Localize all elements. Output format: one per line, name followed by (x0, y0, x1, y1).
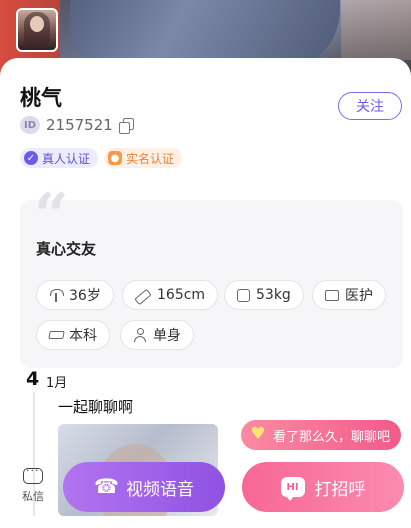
tag-label: 单身 (153, 328, 181, 344)
tag-marital: 单身 (120, 320, 194, 350)
bubble-text: 看了那么久，聊聊吧 (273, 429, 391, 445)
profile-name: 桃气 (20, 86, 62, 110)
real-person-badge: ✓ 真人认证 (20, 148, 99, 168)
id-card-icon: ● (108, 151, 123, 165)
monitor-icon (325, 289, 339, 301)
scale-icon (237, 288, 250, 302)
follow-button[interactable]: 关注 (338, 92, 402, 120)
tag-label: 53kg (256, 287, 291, 303)
tag-education: 本科 (36, 320, 110, 350)
chat-icon (23, 464, 43, 484)
moment-text: 一起聊聊啊 (58, 398, 134, 416)
id-icon: ID (20, 116, 40, 134)
sprout-icon (49, 288, 64, 302)
tag-label: 165cm (157, 287, 206, 303)
moment-day: 4 (26, 368, 40, 390)
tag-label: 36岁 (69, 288, 101, 304)
verification-badges: ✓ 真人认证 ● 实名认证 (20, 148, 183, 168)
verified-icon: ✓ (24, 151, 38, 165)
hi-icon: HI (280, 477, 305, 501)
badge-label: 真人认证 (42, 151, 91, 166)
chat-prompt-bubble[interactable]: ♥ 看了那么久，聊聊吧 (241, 420, 401, 450)
video-voice-label: 视频语音 (126, 479, 194, 500)
greet-label: 打招呼 (314, 479, 366, 500)
user-id: 2157521 (46, 116, 113, 134)
real-name-badge: ● 实名认证 (104, 148, 183, 168)
tag-height: 165cm (122, 280, 219, 310)
message-label: 私信 (22, 490, 44, 503)
copy-icon[interactable] (118, 118, 134, 134)
moment-month: 1月 (46, 376, 68, 391)
badge-label: 实名认证 (126, 151, 175, 166)
greet-button[interactable]: HI 打招呼 (242, 462, 404, 512)
video-voice-button[interactable]: 视频语音 (63, 462, 225, 512)
photo-thumbnail[interactable] (16, 8, 58, 52)
tag-weight: 53kg (224, 280, 304, 310)
message-button[interactable]: 私信 (16, 464, 50, 504)
tag-label: 医护 (345, 288, 373, 304)
thumbnail-face (30, 16, 44, 32)
photo-background-right (341, 0, 411, 60)
phone-icon (94, 474, 119, 498)
id-row: ID 2157521 (20, 116, 134, 134)
quote-icon: “ (34, 181, 69, 251)
graduation-cap-icon (49, 328, 63, 342)
tag-label: 本科 (69, 328, 97, 344)
tag-job: 医护 (312, 280, 386, 310)
tag-age: 36岁 (36, 280, 114, 310)
ruler-icon (134, 288, 152, 305)
person-icon (133, 328, 147, 342)
intro-text: 真心交友 (36, 240, 97, 258)
heart-icon: ♥ (250, 424, 266, 444)
